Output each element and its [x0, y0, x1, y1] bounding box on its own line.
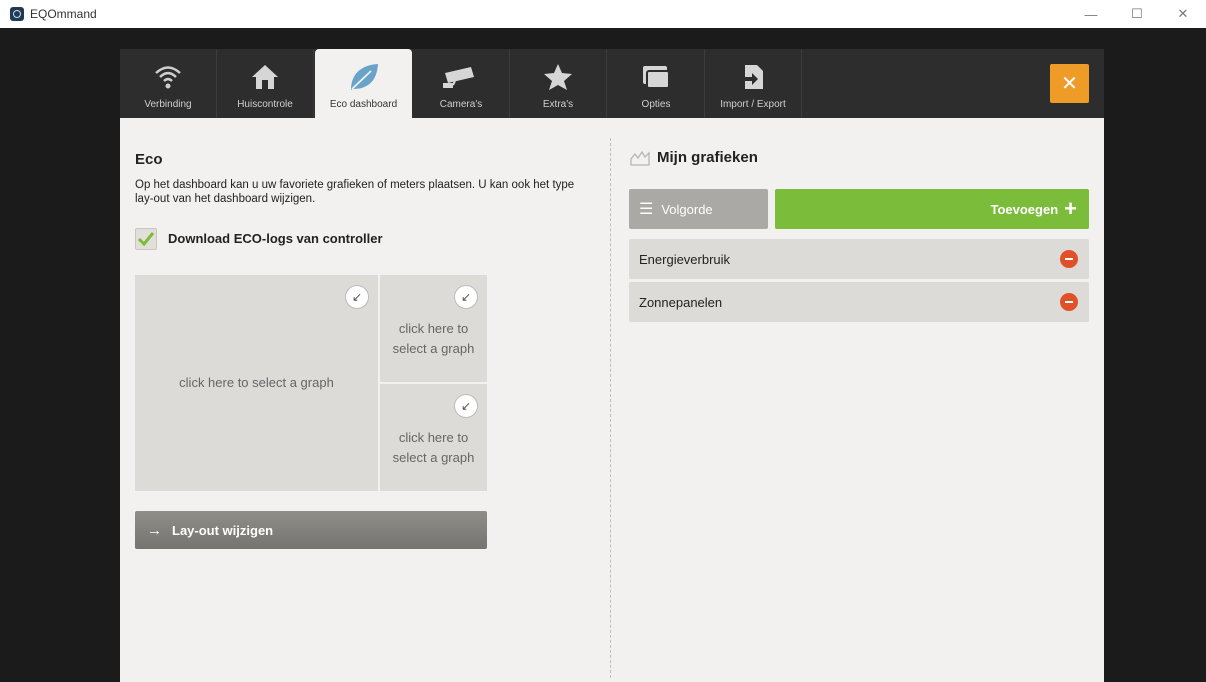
tab-cameras[interactable]: Camera's: [413, 49, 510, 118]
arrow-right-icon: →: [147, 521, 162, 539]
window-titlebar: EQOmmand — ☐ ✕: [0, 0, 1206, 28]
star-icon: [538, 61, 578, 93]
collapse-arrow-icon[interactable]: ↙: [345, 285, 369, 309]
chart-line-icon: [630, 150, 650, 166]
change-layout-label: Lay-out wijzigen: [172, 522, 274, 538]
graph-list-item-label: Energieverbruik: [639, 251, 731, 267]
dashboard-layout-grid: ↙ click here to select a graph ↙ click h…: [135, 275, 487, 491]
graph-list-item-label: Zonnepanelen: [639, 294, 723, 310]
eco-description: Op het dashboard kan u uw favoriete graf…: [135, 179, 575, 205]
remove-icon[interactable]: [1060, 293, 1078, 311]
tab-label: Verbinding: [144, 99, 192, 110]
app-frame: Verbinding Huiscontrole Eco dashboard Ca…: [120, 49, 1104, 682]
tab-eco-dashboard[interactable]: Eco dashboard: [315, 49, 412, 118]
graph-slot-top-right[interactable]: ↙ click here to select a graph: [380, 275, 487, 382]
graph-slot-large[interactable]: ↙ click here to select a graph: [135, 275, 378, 491]
order-button[interactable]: ☰ Volgorde: [629, 189, 768, 229]
minimize-button[interactable]: —: [1068, 0, 1114, 28]
add-graph-button[interactable]: Toevoegen +: [775, 189, 1089, 229]
plus-icon: +: [1064, 196, 1077, 221]
tab-huiscontrole[interactable]: Huiscontrole: [217, 49, 314, 118]
eco-dashboard-panel: Eco Op het dashboard kan u uw favoriete …: [120, 118, 1104, 682]
download-eco-logs-checkbox[interactable]: [135, 228, 157, 250]
leaf-icon: [344, 61, 384, 93]
app-logo-icon: [10, 7, 24, 21]
tab-label: Import / Export: [720, 99, 786, 110]
window-title: EQOmmand: [30, 7, 97, 21]
maximize-button[interactable]: ☐: [1114, 0, 1160, 28]
wifi-icon: [148, 61, 188, 93]
graph-slot-bottom-right[interactable]: ↙ click here to select a graph: [380, 384, 487, 491]
tab-verbinding[interactable]: Verbinding: [120, 49, 217, 118]
download-eco-logs-label: Download ECO-logs van controller: [168, 231, 383, 246]
tab-label: Eco dashboard: [329, 99, 398, 110]
import-export-icon: [733, 61, 773, 93]
house-icon: [245, 61, 285, 93]
graph-list-item[interactable]: Zonnepanelen: [629, 282, 1089, 322]
camera-icon: [441, 61, 481, 93]
order-button-label: Volgorde: [661, 201, 713, 217]
tab-opties[interactable]: Opties: [608, 49, 705, 118]
tab-label: Opties: [641, 99, 671, 110]
graph-slot-label: click here to select a graph: [179, 375, 334, 390]
window-controls: — ☐ ✕: [1068, 0, 1206, 28]
add-graph-label: Toevoegen: [990, 201, 1059, 217]
tab-label: Camera's: [439, 99, 483, 110]
close-button[interactable]: ✕: [1050, 64, 1089, 103]
tab-bar: Verbinding Huiscontrole Eco dashboard Ca…: [120, 49, 1104, 118]
close-window-button[interactable]: ✕: [1160, 0, 1206, 28]
collapse-arrow-icon[interactable]: ↙: [454, 285, 478, 309]
tab-extras[interactable]: Extra's: [510, 49, 607, 118]
windows-icon: [636, 61, 676, 93]
change-layout-button[interactable]: → Lay-out wijzigen: [135, 511, 487, 549]
tab-label: Extra's: [542, 99, 574, 110]
menu-bars-icon: ☰: [639, 201, 654, 218]
tab-import-export[interactable]: Import / Export: [705, 49, 802, 118]
eco-title: Eco: [135, 151, 163, 168]
my-graphs-title: Mijn grafieken: [657, 149, 758, 166]
remove-icon[interactable]: [1060, 250, 1078, 268]
graph-list-item[interactable]: Energieverbruik: [629, 239, 1089, 279]
collapse-arrow-icon[interactable]: ↙: [454, 394, 478, 418]
column-divider: [610, 138, 611, 678]
tab-label: Huiscontrole: [237, 99, 293, 110]
checkmark-icon: [137, 232, 155, 247]
